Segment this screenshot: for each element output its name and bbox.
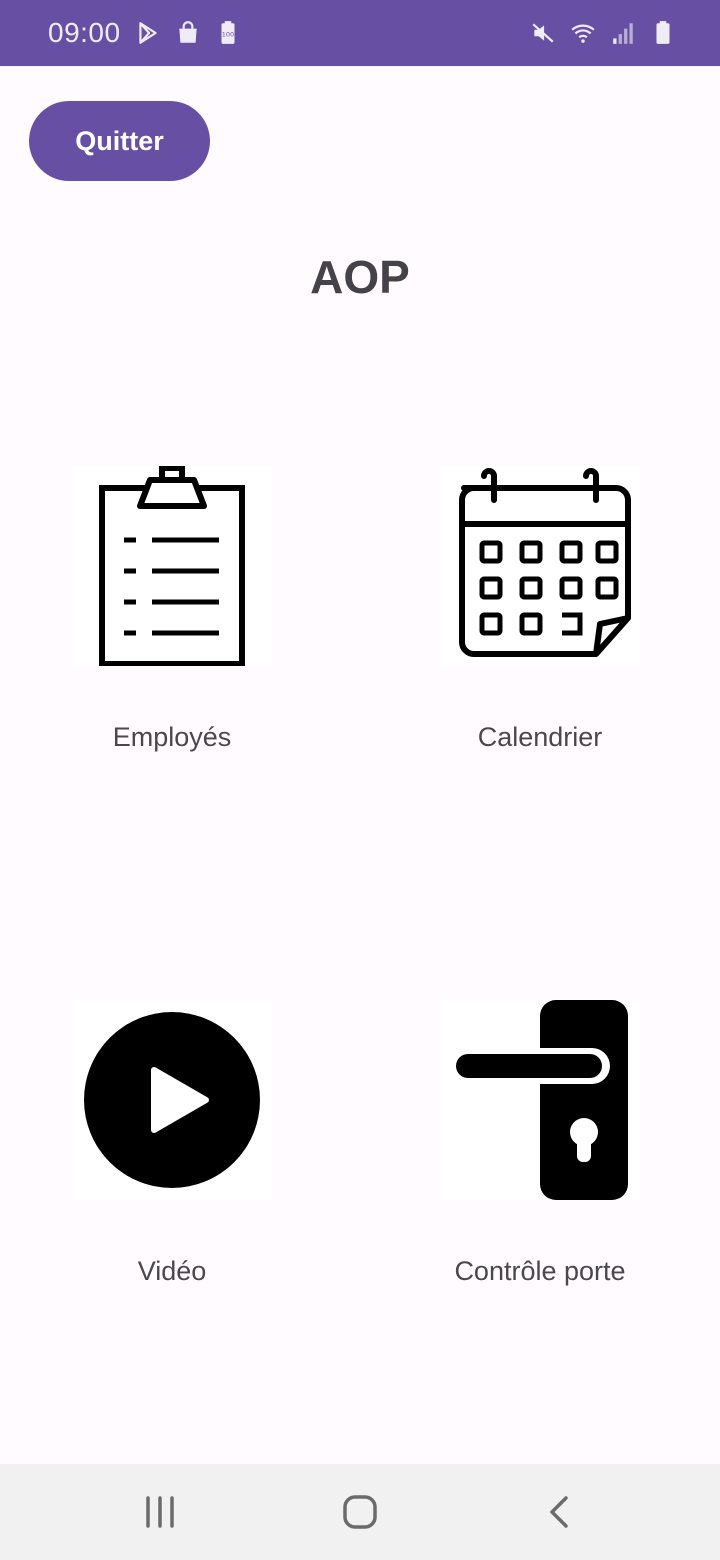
status-bar: 09:00 100: [0, 0, 720, 66]
tile-label-video: Vidéo: [137, 1256, 207, 1286]
tile-porte[interactable]: Contrôle porte: [390, 1000, 690, 1287]
quit-button[interactable]: Quitter: [29, 101, 210, 181]
home-icon[interactable]: [330, 1482, 390, 1542]
signal-icon: [610, 20, 636, 46]
recent-apps-icon[interactable]: [130, 1482, 190, 1542]
nav-bar: [0, 1464, 720, 1560]
door-handle-icon[interactable]: [440, 1000, 640, 1200]
battery-saver-icon: 100: [215, 20, 241, 46]
wifi-icon: [570, 20, 596, 46]
tile-video[interactable]: Vidéo: [22, 1000, 322, 1287]
play-circle-icon[interactable]: [72, 1000, 272, 1200]
play-store-icon: [135, 20, 161, 46]
status-right: [530, 20, 676, 46]
tile-calendrier[interactable]: Calendrier: [390, 466, 690, 753]
status-left: 09:00 100: [48, 17, 241, 49]
svg-text:100: 100: [221, 30, 233, 38]
tile-label-porte: Contrôle porte: [454, 1256, 626, 1286]
mute-icon: [530, 20, 556, 46]
status-time: 09:00: [48, 17, 121, 48]
clipboard-list-icon[interactable]: [72, 466, 272, 666]
tile-label-calendrier: Calendrier: [477, 722, 603, 752]
page-title: AOP: [310, 251, 410, 303]
back-icon[interactable]: [530, 1482, 590, 1542]
tile-label-employes: Employés: [112, 722, 232, 752]
battery-icon: [650, 20, 676, 46]
tile-employes[interactable]: Employés: [22, 466, 322, 753]
calendar-icon[interactable]: [440, 466, 640, 666]
shopping-bag-icon: [175, 20, 201, 46]
